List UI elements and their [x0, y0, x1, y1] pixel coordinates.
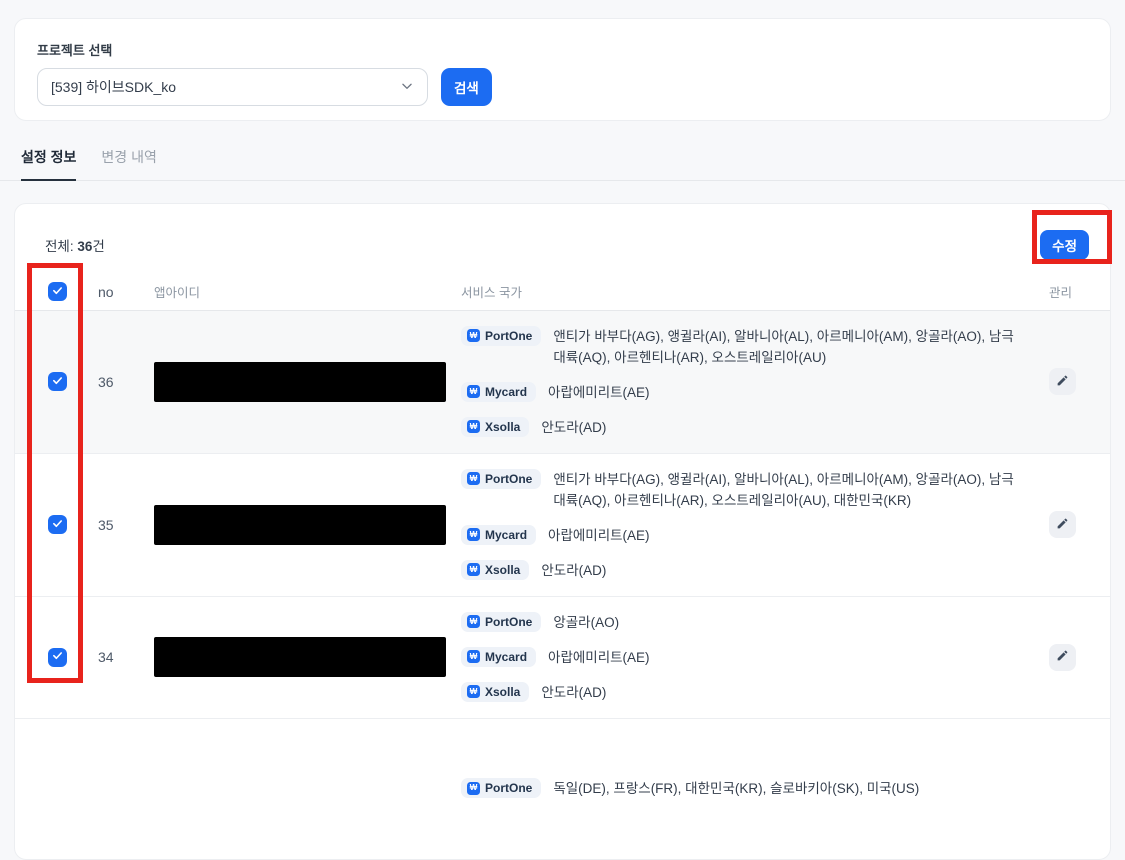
row-checkbox[interactable] [48, 372, 67, 391]
payment-icon: ₩ [467, 650, 480, 663]
provider-line: ₩ PortOne 앙골라(AO) [461, 612, 1029, 633]
provider-line: ₩ Mycard 아랍에미리트(AE) [461, 525, 1029, 546]
table-row: 35 ₩ PortOne 앤티가 바부다(AG), 앵귈라(AI), 알바니아(A… [15, 454, 1110, 597]
check-icon [52, 285, 63, 299]
provider-line: ₩ Xsolla 안도라(AD) [461, 417, 1029, 438]
table-toolbar: 전체: 36건 수정 [15, 204, 1110, 274]
payment-icon: ₩ [467, 385, 480, 398]
check-icon [52, 648, 63, 666]
provider-badge-portone: ₩ PortOne [461, 326, 541, 346]
provider-badge-mycard: ₩ Mycard [461, 525, 536, 545]
header-service-country: 서비스 국가 [458, 282, 1029, 301]
provider-badge-portone: ₩ PortOne [461, 469, 541, 489]
provider-badge-mycard: ₩ Mycard [461, 647, 536, 667]
project-select-dropdown[interactable]: [539] 하이브SDK_ko [37, 68, 428, 106]
edit-button[interactable]: 수정 [1040, 230, 1089, 260]
provider-line: ₩ Mycard 아랍에미리트(AE) [461, 647, 1029, 668]
row-edit-button[interactable] [1049, 511, 1076, 538]
provider-name: PortOne [485, 329, 532, 343]
row-checkbox[interactable] [48, 648, 67, 667]
provider-line: ₩ Xsolla 안도라(AD) [461, 560, 1029, 581]
payment-icon: ₩ [467, 782, 480, 795]
provider-line: ₩ PortOne 앤티가 바부다(AG), 앵귈라(AI), 알바니아(AL),… [461, 326, 1029, 368]
row-checkbox[interactable] [48, 515, 67, 534]
settings-table-panel: 전체: 36건 수정 no 앱아이디 서비스 국가 관리 36 [14, 203, 1111, 860]
provider-name: Xsolla [485, 685, 520, 699]
provider-name: PortOne [485, 781, 532, 795]
provider-countries: 독일(DE), 프랑스(FR), 대한민국(KR), 슬로바키아(SK), 미국… [553, 778, 919, 799]
provider-name: Mycard [485, 385, 527, 399]
provider-countries: 앤티가 바부다(AG), 앵귈라(AI), 알바니아(AL), 아르메니아(AM… [553, 469, 1029, 511]
provider-name: PortOne [485, 615, 532, 629]
provider-name: Mycard [485, 528, 527, 542]
project-select-label: 프로젝트 선택 [37, 40, 1088, 59]
provider-name: Mycard [485, 650, 527, 664]
tab-change-history[interactable]: 변경 내역 [101, 147, 156, 180]
page-root: 프로젝트 선택 [539] 하이브SDK_ko 검색 설정 정보 변경 내역 전… [0, 0, 1125, 860]
payment-icon: ₩ [467, 615, 480, 628]
row-edit-button[interactable] [1049, 644, 1076, 671]
check-icon [52, 373, 63, 391]
provider-badge-xsolla: ₩ Xsolla [461, 560, 529, 580]
row-no: 35 [91, 517, 151, 533]
row-edit-button[interactable] [1049, 368, 1076, 395]
project-select-value: [539] 하이브SDK_ko [51, 77, 176, 97]
select-all-checkbox[interactable] [48, 282, 67, 301]
chevron-down-icon [400, 79, 414, 96]
provider-countries: 아랍에미리트(AE) [548, 525, 650, 546]
payment-icon: ₩ [467, 420, 480, 433]
provider-countries: 안도라(AD) [541, 560, 606, 581]
header-manage: 관리 [1029, 282, 1094, 301]
app-id-redacted [154, 362, 446, 402]
provider-badge-xsolla: ₩ Xsolla [461, 682, 529, 702]
provider-name: PortOne [485, 472, 532, 486]
payment-icon: ₩ [467, 472, 480, 485]
payment-icon: ₩ [467, 685, 480, 698]
table-row: ₩ PortOne 독일(DE), 프랑스(FR), 대한민국(KR), 슬로바키… [15, 719, 1110, 859]
provider-countries: 앙골라(AO) [553, 612, 619, 633]
project-select-panel: 프로젝트 선택 [539] 하이브SDK_ko 검색 [14, 18, 1111, 121]
provider-line: ₩ Xsolla 안도라(AD) [461, 682, 1029, 703]
provider-line: ₩ Mycard 아랍에미리트(AE) [461, 382, 1029, 403]
payment-icon: ₩ [467, 329, 480, 342]
provider-line: ₩ PortOne 독일(DE), 프랑스(FR), 대한민국(KR), 슬로바키… [461, 778, 1029, 799]
row-no: 36 [91, 374, 151, 390]
provider-countries: 안도라(AD) [541, 682, 606, 703]
payment-icon: ₩ [467, 528, 480, 541]
row-no: 34 [91, 649, 151, 665]
provider-line: ₩ PortOne 앤티가 바부다(AG), 앵귈라(AI), 알바니아(AL),… [461, 469, 1029, 511]
provider-badge-mycard: ₩ Mycard [461, 382, 536, 402]
tab-bar: 설정 정보 변경 내역 [0, 147, 1125, 181]
pencil-icon [1056, 517, 1069, 533]
provider-badge-xsolla: ₩ Xsolla [461, 417, 529, 437]
provider-name: Xsolla [485, 420, 520, 434]
pencil-icon [1056, 649, 1069, 665]
total-prefix: 전체: [45, 239, 77, 254]
header-no: no [91, 284, 151, 300]
total-count: 36 [77, 239, 92, 254]
provider-badge-portone: ₩ PortOne [461, 612, 541, 632]
payment-icon: ₩ [467, 563, 480, 576]
provider-countries: 안도라(AD) [541, 417, 606, 438]
provider-countries: 앤티가 바부다(AG), 앵귈라(AI), 알바니아(AL), 아르메니아(AM… [553, 326, 1029, 368]
tab-settings-info[interactable]: 설정 정보 [21, 147, 76, 181]
provider-countries: 아랍에미리트(AE) [548, 647, 650, 668]
total-suffix: 건 [92, 239, 104, 254]
provider-name: Xsolla [485, 563, 520, 577]
check-icon [52, 516, 63, 534]
provider-countries: 아랍에미리트(AE) [548, 382, 650, 403]
pencil-icon [1056, 374, 1069, 390]
search-button[interactable]: 검색 [441, 68, 492, 106]
app-id-redacted [154, 505, 446, 545]
provider-badge-portone: ₩ PortOne [461, 778, 541, 798]
total-count-text: 전체: 36건 [31, 235, 105, 255]
table-row: 34 ₩ PortOne 앙골라(AO) ₩ Mycard 아랍에미리트(AE) ₩… [15, 597, 1110, 719]
header-app-id: 앱아이디 [151, 282, 458, 301]
app-id-redacted [154, 637, 446, 677]
table-row: 36 ₩ PortOne 앤티가 바부다(AG), 앵귈라(AI), 알바니아(A… [15, 311, 1110, 454]
table-header-row: no 앱아이디 서비스 국가 관리 [15, 274, 1110, 311]
